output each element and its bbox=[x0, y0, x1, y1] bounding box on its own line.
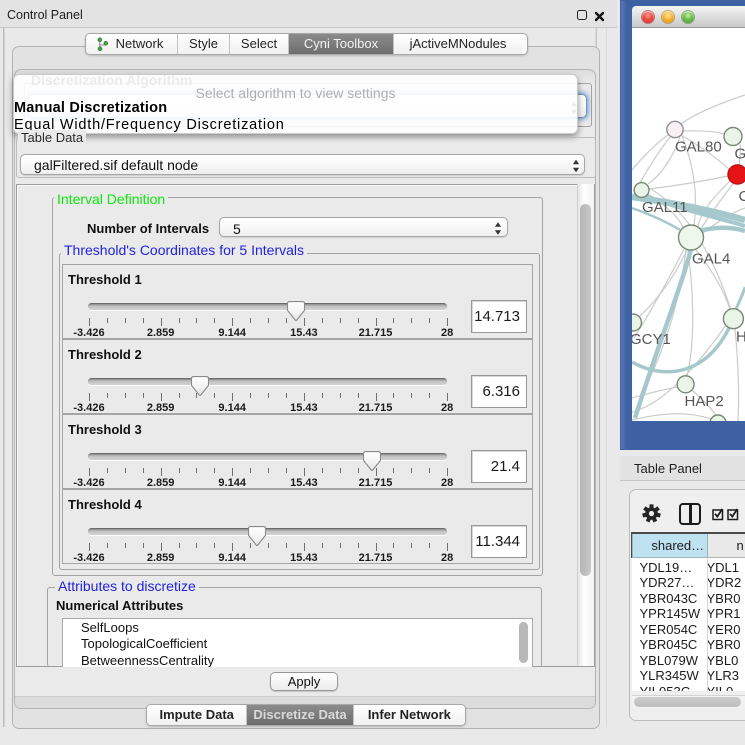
svg-text:GAL4: GAL4 bbox=[692, 251, 730, 268]
svg-text:GAL80: GAL80 bbox=[675, 139, 722, 156]
svg-text:GA: GA bbox=[735, 146, 745, 163]
svg-text:GCY1: GCY1 bbox=[632, 331, 671, 348]
svg-text:HAP2: HAP2 bbox=[685, 393, 724, 410]
svg-text:HA: HA bbox=[736, 329, 745, 346]
svg-text:CA: CA bbox=[739, 188, 745, 205]
svg-text:GAL11: GAL11 bbox=[642, 199, 688, 216]
